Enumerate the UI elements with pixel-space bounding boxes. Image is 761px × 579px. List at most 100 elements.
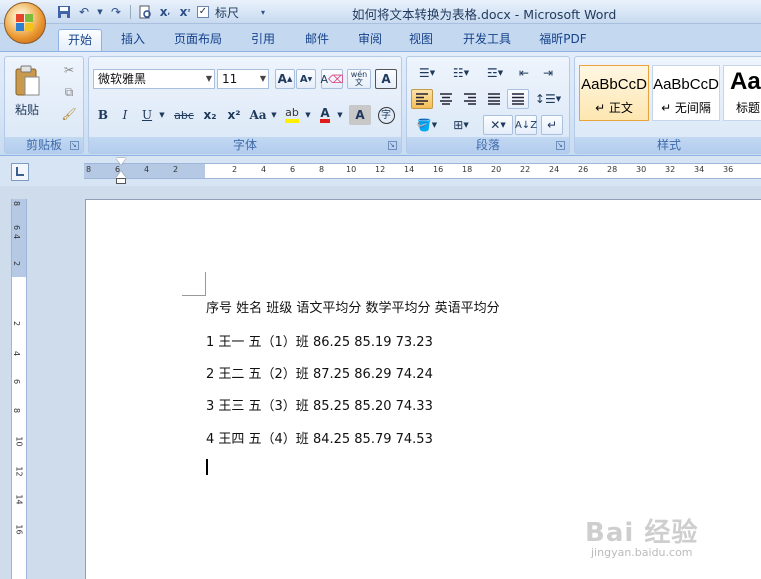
font-color-dropdown-icon[interactable]: ▼: [335, 105, 345, 125]
redo-icon[interactable]: ↷: [108, 4, 124, 20]
distributed-button[interactable]: [507, 89, 529, 109]
align-right-button[interactable]: [459, 89, 481, 109]
line-spacing-button[interactable]: ↕☰ ▼: [533, 89, 563, 109]
style-normal[interactable]: AaBbCcD ↵ 正文: [579, 65, 649, 121]
tab-references[interactable]: 引用: [244, 29, 282, 51]
tab-page-layout[interactable]: 页面布局: [166, 29, 230, 51]
customize-qat-icon[interactable]: ▾: [255, 4, 271, 20]
document-line[interactable]: 1 王一 五（1）班 86.25 85.19 73.23: [206, 331, 433, 350]
scissors-icon: ✂: [63, 63, 75, 77]
highlight-dropdown-icon[interactable]: ▼: [303, 105, 313, 125]
show-paragraph-marks-button[interactable]: ↵: [541, 115, 563, 135]
horizontal-ruler[interactable]: 8 6 4 2 2 4 6 8 10 12 14 16 18 20 22 24 …: [84, 163, 761, 179]
subscript-button[interactable]: x₂: [199, 105, 221, 125]
font-size-value: 11: [222, 72, 238, 86]
paste-button[interactable]: 粘贴: [9, 59, 45, 123]
enclose-characters-button[interactable]: 字: [375, 105, 397, 125]
sort-button[interactable]: A↓Z: [515, 115, 537, 135]
ruler-tick: 20: [491, 165, 502, 174]
print-preview-icon[interactable]: [137, 4, 153, 20]
tab-insert[interactable]: 插入: [112, 29, 154, 51]
tab-home[interactable]: 开始: [58, 29, 102, 51]
ruler-tick: 6: [12, 224, 22, 231]
office-button[interactable]: [4, 2, 46, 44]
style-no-spacing[interactable]: AaBbCcD ↵ 无间隔: [652, 65, 720, 121]
subscript-qat-icon[interactable]: x,: [157, 4, 173, 20]
superscript-qat-icon[interactable]: x²: [177, 4, 193, 20]
clipboard-dialog-launcher-icon[interactable]: ↘: [70, 141, 79, 150]
justify-button[interactable]: [483, 89, 505, 109]
superscript-button[interactable]: x²: [223, 105, 245, 125]
tab-mailings[interactable]: 邮件: [297, 29, 337, 51]
left-tab-icon: [16, 167, 24, 176]
numbering-button[interactable]: ☷ ▼: [445, 63, 477, 83]
ruler-tick: 30: [636, 165, 647, 174]
tab-foxit-pdf[interactable]: 福昕PDF: [532, 29, 594, 51]
bullets-button[interactable]: ☰ ▼: [411, 63, 443, 83]
font-size-combo[interactable]: 11 ▼: [217, 69, 269, 89]
ruler-tick: 2: [173, 165, 179, 174]
undo-icon[interactable]: ↶: [76, 4, 92, 20]
vertical-ruler[interactable]: 8 6 4 2 2 4 6 8 10 12 14 16: [11, 199, 27, 579]
shrink-font-button[interactable]: A ▼: [296, 69, 316, 89]
strikethrough-button[interactable]: abc: [171, 105, 197, 125]
paragraph-dialog-launcher-icon[interactable]: ↘: [556, 141, 565, 150]
character-shading-icon: A: [355, 108, 365, 122]
document-line[interactable]: 2 王二 五（2）班 87.25 86.29 74.24: [206, 363, 433, 382]
tab-view[interactable]: 视图: [402, 29, 440, 51]
font-name-combo[interactable]: 微软雅黑 ▼: [93, 69, 215, 89]
left-indent-marker[interactable]: [116, 178, 126, 184]
chinese-layout-button[interactable]: ✕ ▼: [483, 115, 513, 135]
highlight-button[interactable]: ab: [281, 105, 303, 125]
clear-formatting-button[interactable]: A⌫: [320, 69, 344, 89]
align-center-icon: [440, 93, 452, 105]
document-line[interactable]: 序号 姓名 班级 语文平均分 数学平均分 英语平均分: [206, 297, 500, 316]
first-line-indent-marker[interactable]: [116, 158, 126, 165]
font-color-icon: A: [320, 107, 330, 123]
ruler-tick: 6: [290, 165, 296, 174]
phonetic-guide-button[interactable]: wén 文: [347, 69, 371, 89]
styles-group: AaBbCcD ↵ 正文 AaBbCcD ↵ 无间隔 Aa 标题 样式: [574, 56, 761, 154]
font-name-value: 微软雅黑: [98, 72, 147, 86]
tab-review[interactable]: 审阅: [351, 29, 389, 51]
paragraph-group: ☰ ▼ ☷ ▼ ☲ ▼ ⇤ ⇥ ↕☰ ▼ 🪣 ▼ ⊞ ▼ ✕ ▼ A↓Z ↵ 段落 ↘: [406, 56, 570, 154]
tab-developer[interactable]: 开发工具: [455, 29, 519, 51]
change-case-button[interactable]: Aa: [247, 105, 269, 125]
paragraph-group-label: 段落: [407, 137, 569, 153]
document-line[interactable]: 4 王四 五（4）班 84.25 85.79 74.53: [206, 428, 433, 447]
style-heading-name: 标题: [736, 101, 761, 115]
ruler-tick: 8: [12, 200, 22, 207]
underline-dropdown-icon[interactable]: ▼: [157, 105, 167, 125]
align-left-button[interactable]: [411, 89, 433, 109]
change-case-dropdown-icon[interactable]: ▼: [269, 105, 279, 125]
undo-dropdown-icon[interactable]: ▼: [96, 4, 104, 20]
ruler-tick: 2: [12, 320, 22, 327]
character-shading-button[interactable]: A: [349, 105, 371, 125]
underline-button[interactable]: U: [137, 105, 157, 125]
character-border-button[interactable]: A: [375, 69, 397, 89]
grow-font-button[interactable]: A ▲: [275, 69, 295, 89]
ruler-checkbox[interactable]: ✓: [197, 6, 209, 18]
font-color-button[interactable]: A: [315, 105, 335, 125]
ruler-tick: 10: [346, 165, 357, 174]
copy-button[interactable]: ⧉: [59, 83, 79, 101]
cut-button[interactable]: ✂: [59, 61, 79, 79]
shading-button[interactable]: 🪣 ▼: [411, 115, 443, 135]
borders-button[interactable]: ⊞ ▼: [445, 115, 477, 135]
document-line[interactable]: 3 王三 五（3）班 85.25 85.20 74.33: [206, 395, 433, 414]
ruler-tick: 26: [578, 165, 589, 174]
paintbrush-icon: 🖌: [61, 107, 77, 121]
decrease-indent-button[interactable]: ⇤: [513, 63, 535, 83]
align-center-button[interactable]: [435, 89, 457, 109]
save-icon[interactable]: [56, 4, 72, 20]
indent-markers[interactable]: [116, 158, 126, 184]
multilevel-list-button[interactable]: ☲ ▼: [479, 63, 511, 83]
italic-button[interactable]: I: [115, 105, 135, 125]
bold-button[interactable]: B: [93, 105, 113, 125]
tab-selector-button[interactable]: [11, 163, 29, 181]
style-heading[interactable]: Aa 标题: [723, 65, 761, 121]
format-painter-button[interactable]: 🖌: [59, 105, 79, 123]
increase-indent-button[interactable]: ⇥: [537, 63, 559, 83]
hanging-indent-marker[interactable]: [116, 171, 126, 178]
font-dialog-launcher-icon[interactable]: ↘: [388, 141, 397, 150]
